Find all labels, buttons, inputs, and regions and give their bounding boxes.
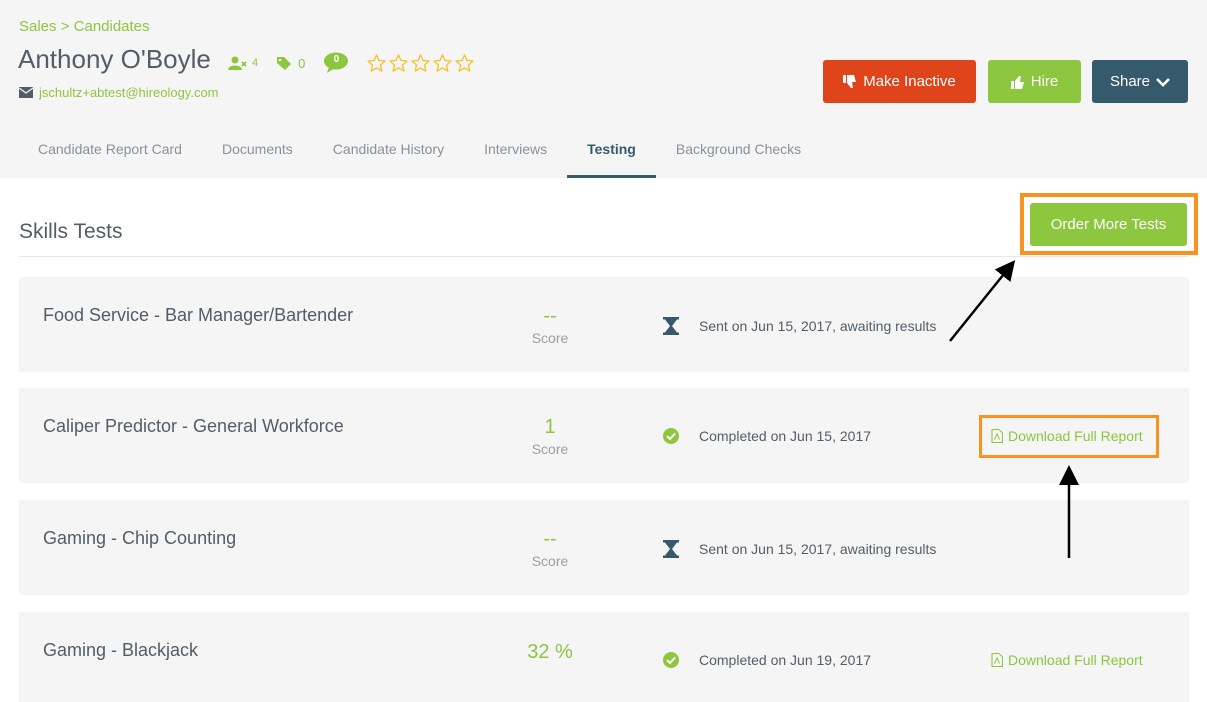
annotation-arrows xyxy=(949,260,1079,558)
arrow-to-order-button xyxy=(949,260,1016,342)
